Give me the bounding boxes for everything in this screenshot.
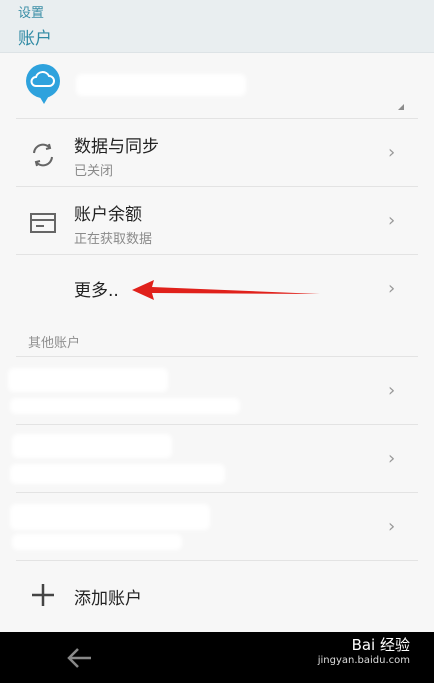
watermark-url: jingyan.baidu.com: [317, 655, 410, 666]
divider: [16, 560, 418, 561]
balance-status: 正在获取数据: [74, 232, 153, 247]
watermark-brand: Bai 经验: [351, 636, 410, 654]
divider: [16, 254, 418, 255]
page-title: 账户: [18, 29, 52, 49]
balance-label: 账户余额: [74, 205, 142, 225]
more-label: 更多..: [74, 281, 119, 301]
more-row[interactable]: 更多.. ›: [0, 256, 434, 322]
divider: [16, 492, 418, 493]
redacted-account-detail: [10, 398, 240, 414]
redacted-account-detail: [12, 534, 182, 550]
chevron-right-icon: ›: [388, 210, 396, 231]
divider: [16, 424, 418, 425]
sync-label: 数据与同步: [74, 137, 159, 157]
redacted-account-name: [8, 368, 168, 392]
divider: [16, 186, 418, 187]
redacted-account-detail: [10, 464, 225, 484]
other-account-row[interactable]: ›: [0, 426, 434, 492]
current-account-row[interactable]: [0, 52, 434, 118]
chevron-right-icon: ›: [388, 278, 396, 299]
sync-status: 已关闭: [74, 164, 114, 179]
header-bar: 设置 账户: [0, 0, 434, 53]
chevron-right-icon: ›: [388, 142, 396, 163]
add-account-row[interactable]: 添加账户: [0, 562, 434, 628]
divider: [16, 356, 418, 357]
other-account-row[interactable]: ›: [0, 358, 434, 424]
system-nav-bar: Bai 经验 jingyan.baidu.com: [0, 632, 434, 683]
chevron-right-icon: ›: [388, 516, 396, 537]
cloud-avatar-icon: [26, 64, 60, 98]
avatar-pointer: [38, 94, 50, 104]
balance-row[interactable]: 账户余额 正在获取数据 ›: [0, 188, 434, 254]
plus-icon: [32, 584, 54, 606]
redacted-account-name: [10, 504, 210, 530]
baidu-watermark: Bai 经验 jingyan.baidu.com: [318, 634, 410, 666]
chevron-right-icon: ›: [388, 380, 396, 401]
sync-row[interactable]: 数据与同步 已关闭 ›: [0, 120, 434, 186]
back-arrow-icon[interactable]: [64, 642, 96, 674]
add-account-label: 添加账户: [74, 589, 142, 609]
redacted-account-name: [76, 74, 246, 96]
chevron-right-icon: ›: [388, 448, 396, 469]
section-other-accounts: 其他账户: [28, 336, 81, 351]
wallet-icon: [30, 213, 56, 233]
sync-icon: [33, 143, 53, 167]
expand-corner-icon[interactable]: [398, 104, 404, 110]
annotation-arrow: [132, 280, 320, 300]
breadcrumb-settings[interactable]: 设置: [18, 2, 44, 21]
redacted-account-name: [12, 434, 172, 458]
divider: [16, 118, 418, 119]
other-account-row[interactable]: ›: [0, 494, 434, 560]
